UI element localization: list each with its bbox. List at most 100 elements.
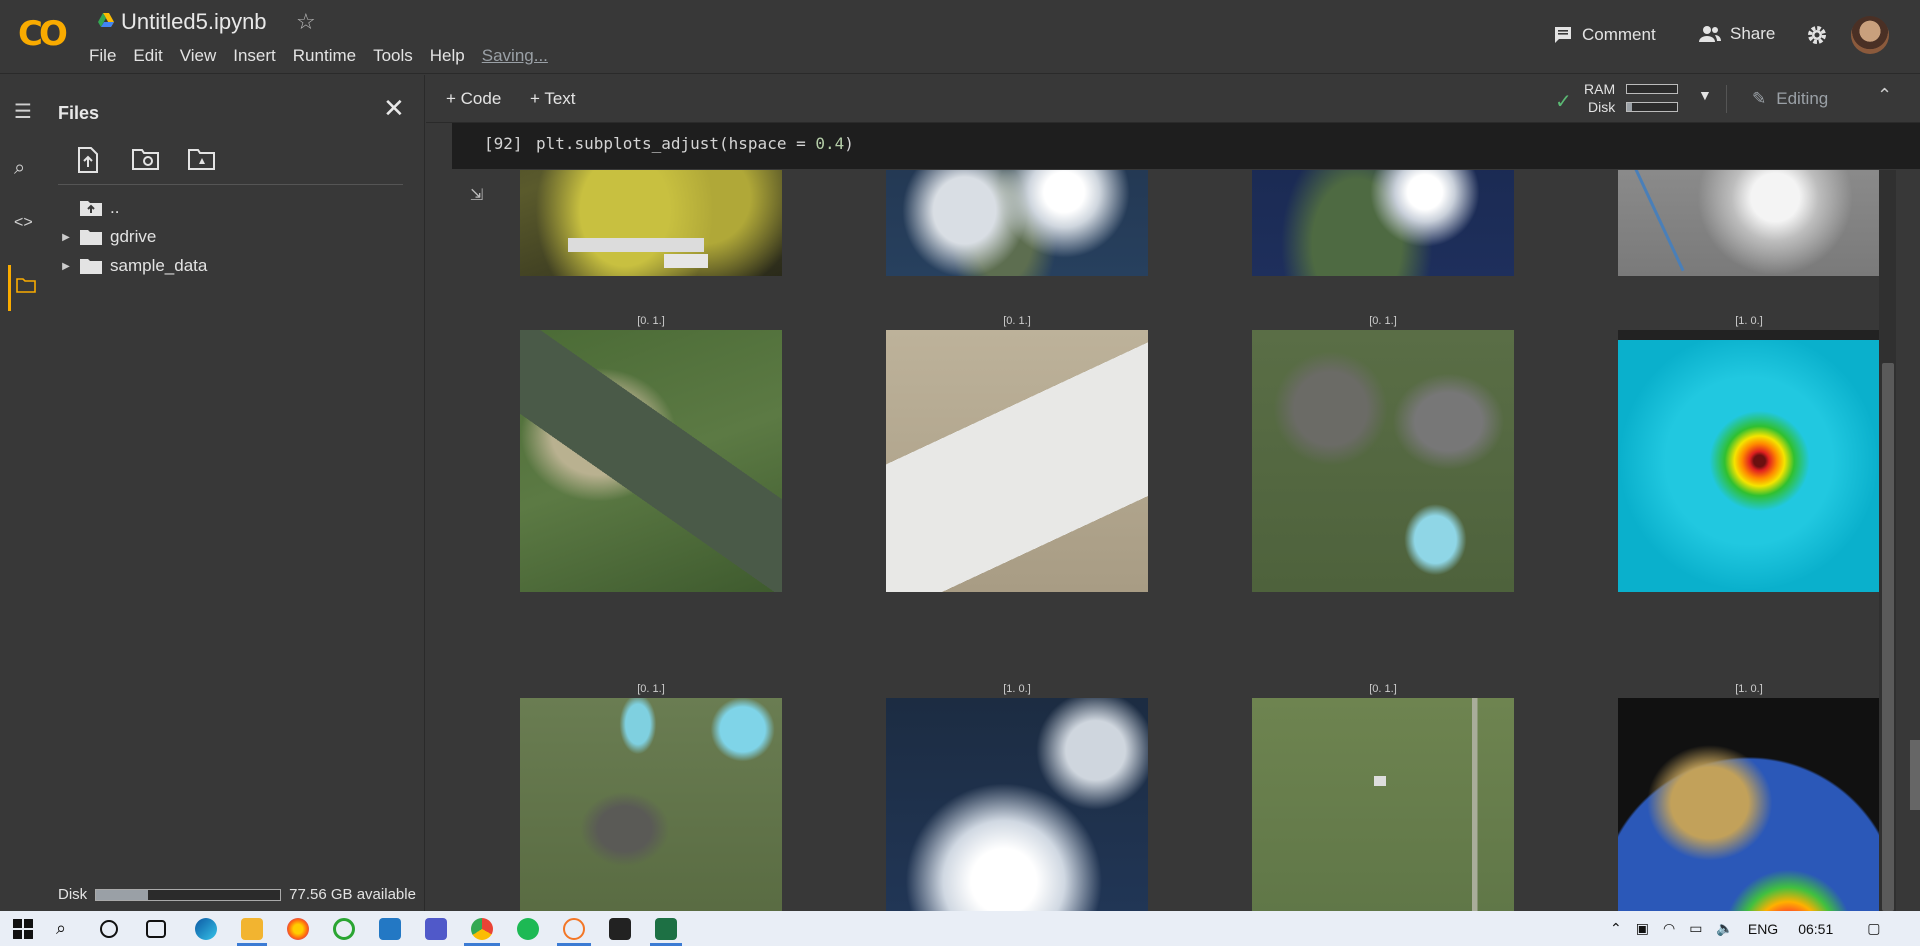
output-image-aerial-roof bbox=[520, 330, 782, 592]
collapse-header-icon[interactable]: ⌃ bbox=[1877, 85, 1892, 106]
spotify-icon[interactable] bbox=[517, 918, 539, 940]
image-label: [0. 1.] bbox=[637, 683, 665, 695]
menu-tools[interactable]: Tools bbox=[373, 46, 413, 66]
wifi-icon[interactable]: ◠ bbox=[1663, 920, 1675, 937]
folder-icon bbox=[80, 230, 102, 245]
table-of-contents-icon[interactable]: ☰ bbox=[14, 99, 32, 124]
cortana-icon[interactable] bbox=[100, 920, 118, 938]
user-avatar[interactable] bbox=[1851, 16, 1889, 54]
folder-up-icon bbox=[80, 201, 102, 216]
notifications-icon[interactable]: ▢ bbox=[1867, 920, 1880, 937]
tree-item-gdrive[interactable]: ▶ gdrive bbox=[50, 224, 156, 250]
notebook-title[interactable]: Untitled5.ipynb bbox=[121, 9, 267, 35]
share-label: Share bbox=[1730, 24, 1776, 43]
colab-window: CO Untitled5.ipynb ☆ File Edit View Inse… bbox=[0, 0, 1920, 946]
app-icon-green[interactable] bbox=[333, 918, 355, 940]
saving-status[interactable]: Saving... bbox=[482, 46, 548, 66]
menu-edit[interactable]: Edit bbox=[133, 46, 162, 66]
output-scrollbar-thumb[interactable] bbox=[1882, 363, 1894, 911]
edge-icon[interactable] bbox=[195, 918, 217, 940]
files-panel: Files ✕ .. ▶ gdrive ▶ sample_data Disk 7… bbox=[50, 75, 425, 911]
refresh-folder-icon[interactable] bbox=[132, 147, 160, 171]
add-text-button[interactable]: + Text bbox=[530, 89, 576, 109]
comment-button[interactable]: Comment bbox=[1552, 24, 1656, 46]
add-code-label: Code bbox=[460, 89, 502, 108]
vscode-icon[interactable] bbox=[379, 918, 401, 940]
photos-icon[interactable] bbox=[609, 918, 631, 940]
disk-label: Disk bbox=[58, 886, 88, 903]
menu-file[interactable]: File bbox=[89, 46, 116, 66]
colab-logo[interactable]: CO bbox=[18, 14, 68, 54]
add-code-button[interactable]: + Code bbox=[446, 89, 501, 109]
people-icon bbox=[1699, 26, 1721, 42]
menu-view[interactable]: View bbox=[180, 46, 217, 66]
menu-insert[interactable]: Insert bbox=[233, 46, 276, 66]
resources-dropdown-icon[interactable]: ▼ bbox=[1698, 87, 1712, 103]
expand-caret-icon[interactable]: ▶ bbox=[56, 261, 76, 272]
toolbar-divider bbox=[1726, 85, 1727, 113]
gear-icon[interactable] bbox=[1805, 23, 1829, 47]
output-image-aerial-houses bbox=[1252, 330, 1514, 592]
menu-runtime[interactable]: Runtime bbox=[293, 46, 356, 66]
disk-usage-fill bbox=[1627, 103, 1632, 111]
cell-output: [0. 1.] [0. 1.] [0. 1.] [1. 0.] [0. 1.] … bbox=[516, 170, 1920, 911]
cell-source[interactable]: plt.subplots_adjust(hspace = 0.4) bbox=[536, 134, 854, 153]
code-snippets-icon[interactable]: <> bbox=[14, 214, 33, 232]
disk-label[interactable]: Disk bbox=[1588, 99, 1615, 115]
teams-icon[interactable] bbox=[425, 918, 447, 940]
ram-bar[interactable] bbox=[1626, 84, 1678, 94]
search-icon[interactable]: ⌕ bbox=[56, 918, 78, 940]
volume-icon[interactable]: 🔈 bbox=[1716, 920, 1733, 937]
notebook-toolbar: + Code + Text ✓ RAM Disk ▼ ✎ Editing ⌃ bbox=[426, 75, 1920, 123]
star-icon[interactable]: ☆ bbox=[296, 9, 316, 35]
editing-mode-button[interactable]: ✎ Editing bbox=[1752, 89, 1828, 109]
file-explorer-icon[interactable] bbox=[241, 918, 263, 940]
notebook-area: [92] plt.subplots_adjust(hspace = 0.4) ⇲… bbox=[426, 123, 1920, 911]
page-scrollbar-thumb[interactable] bbox=[1910, 740, 1920, 810]
tray-app-icon[interactable]: ▣ bbox=[1636, 920, 1649, 937]
tree-item-parent[interactable]: .. bbox=[50, 195, 119, 221]
output-image-satellite-gulf bbox=[1252, 170, 1514, 276]
language-indicator[interactable]: ENG bbox=[1748, 921, 1778, 937]
clock[interactable]: 06:51 bbox=[1798, 921, 1833, 937]
cell-execution-count: [92] bbox=[484, 134, 523, 153]
tree-item-label: gdrive bbox=[110, 227, 157, 246]
mount-drive-icon[interactable] bbox=[188, 147, 216, 171]
expand-caret-icon[interactable]: ▶ bbox=[56, 232, 76, 243]
files-divider bbox=[58, 184, 403, 185]
jupyter-icon[interactable] bbox=[563, 918, 585, 940]
left-icon-rail: ☰ ⌕ <> bbox=[0, 75, 50, 911]
battery-icon[interactable]: ▭ bbox=[1689, 920, 1702, 937]
add-text-label: Text bbox=[544, 89, 576, 108]
output-image-globe-hurricane bbox=[1618, 698, 1880, 911]
tree-item-sample-data[interactable]: ▶ sample_data bbox=[50, 253, 207, 279]
search-icon[interactable]: ⌕ bbox=[14, 157, 25, 180]
image-label: [0. 1.] bbox=[1003, 315, 1031, 327]
close-icon[interactable]: ✕ bbox=[383, 93, 405, 124]
image-label: [0. 1.] bbox=[637, 315, 665, 327]
disk-bar-fill bbox=[96, 889, 148, 900]
code-text: plt.subplots_adjust(hspace = bbox=[536, 134, 816, 153]
chrome-icon[interactable] bbox=[471, 918, 493, 940]
code-text-end: ) bbox=[844, 134, 854, 153]
image-label: [0. 1.] bbox=[1369, 683, 1397, 695]
check-icon: ✓ bbox=[1555, 91, 1572, 113]
windows-start-icon[interactable] bbox=[12, 918, 34, 940]
ram-label[interactable]: RAM bbox=[1584, 81, 1615, 97]
menu-help[interactable]: Help bbox=[430, 46, 465, 66]
active-tab-indicator bbox=[8, 265, 11, 311]
code-number: 0.4 bbox=[815, 134, 845, 153]
code-cell[interactable]: [92] plt.subplots_adjust(hspace = 0.4) bbox=[452, 123, 1920, 169]
excel-icon[interactable] bbox=[655, 918, 677, 940]
output-image-hurricane-radar bbox=[1618, 330, 1880, 592]
editing-label: Editing bbox=[1776, 89, 1829, 108]
comment-label: Comment bbox=[1582, 25, 1656, 44]
tray-overflow-icon[interactable]: ⌃ bbox=[1610, 920, 1622, 937]
share-button[interactable]: Share bbox=[1698, 24, 1775, 44]
firefox-icon[interactable] bbox=[287, 918, 309, 940]
output-actions-icon[interactable]: ⇲ bbox=[470, 185, 483, 205]
disk-usage-bar[interactable] bbox=[1626, 102, 1678, 112]
upload-file-icon[interactable] bbox=[77, 147, 99, 173]
task-view-icon[interactable] bbox=[146, 920, 166, 938]
folder-icon[interactable] bbox=[16, 277, 36, 293]
